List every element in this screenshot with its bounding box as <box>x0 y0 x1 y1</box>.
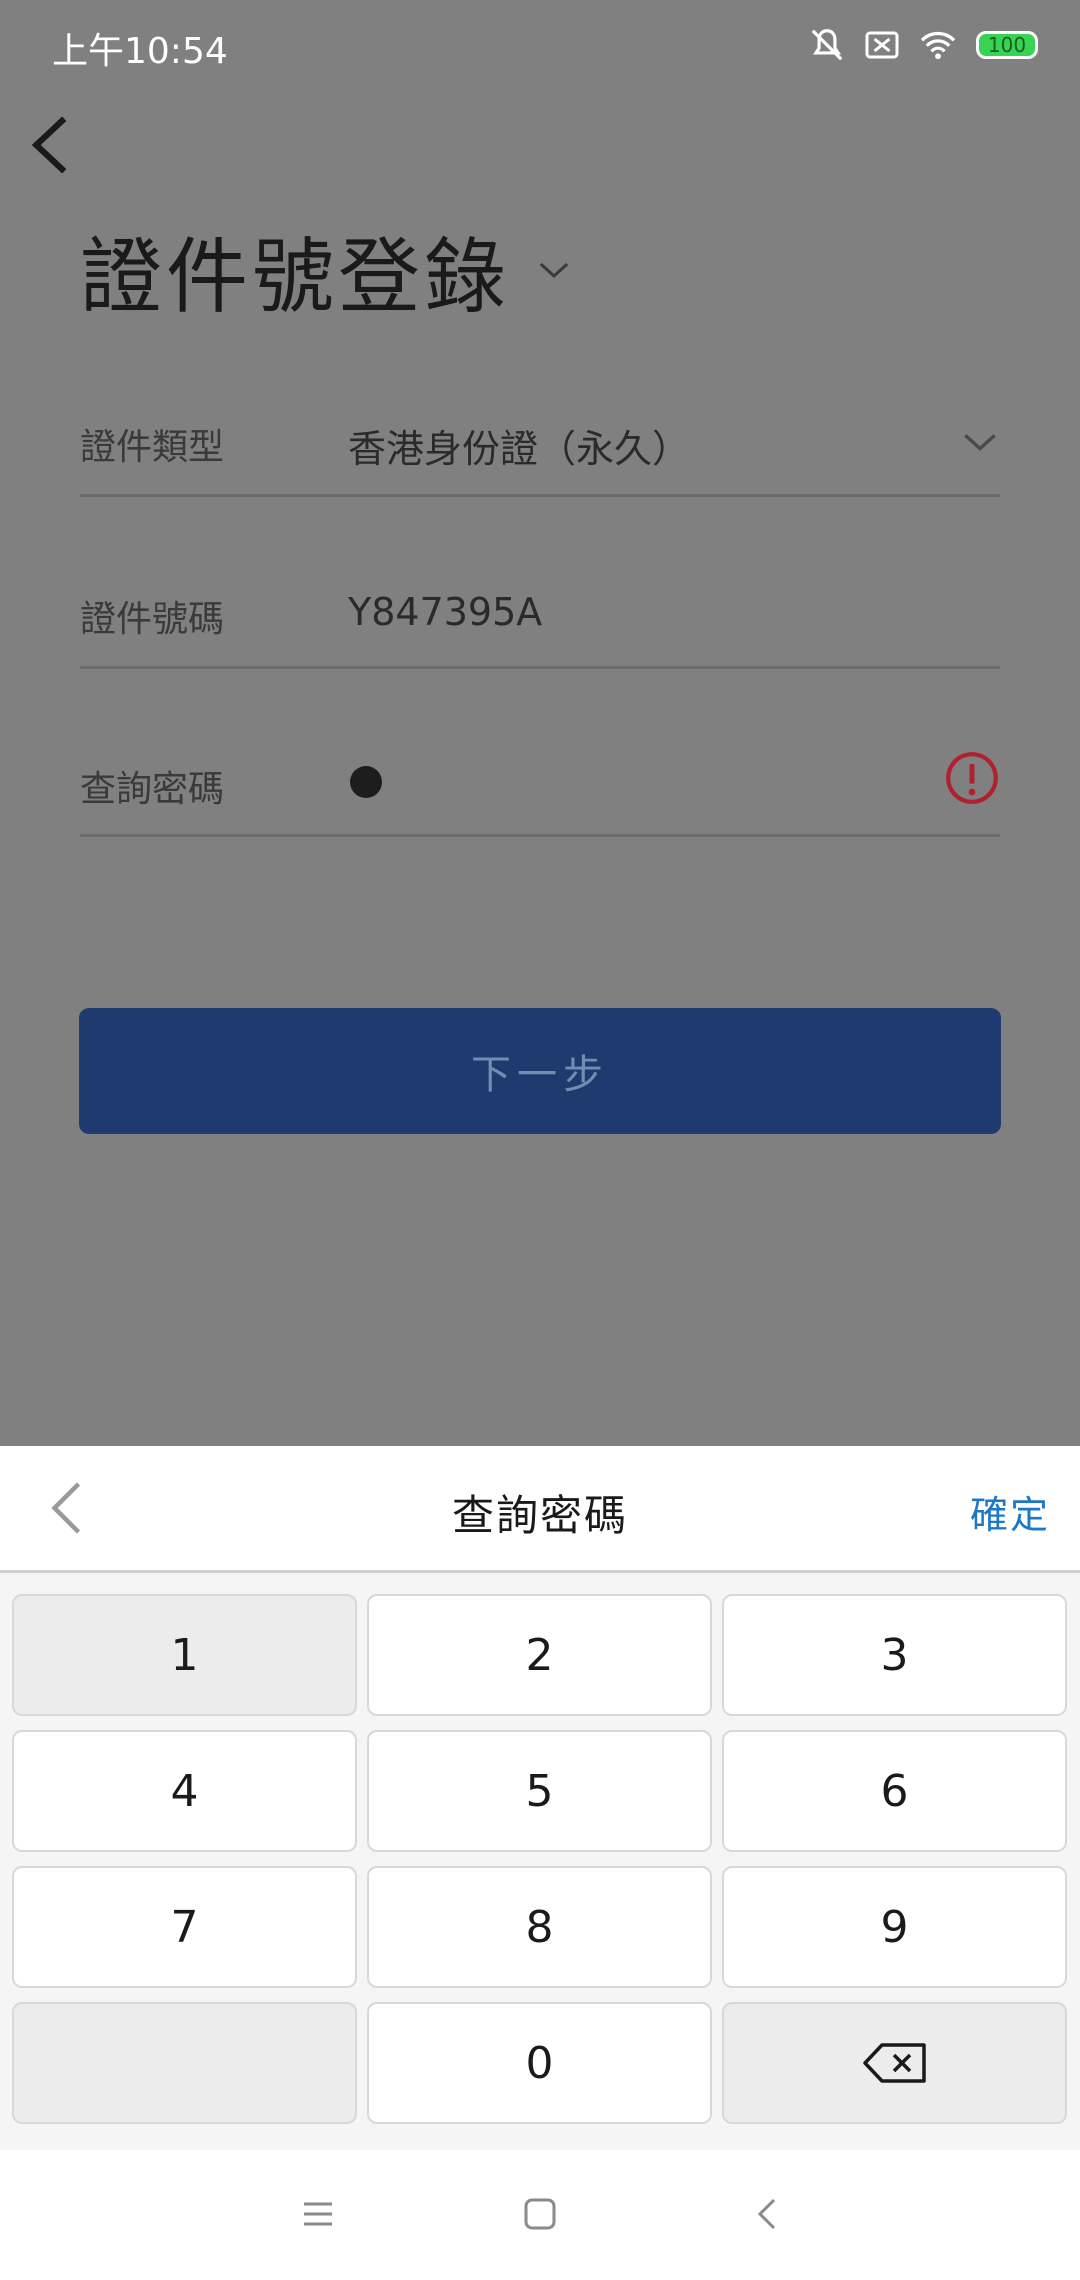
home-icon[interactable] <box>520 2194 560 2234</box>
confirm-button[interactable]: 確定 <box>970 1484 1050 1539</box>
keypad-header: 查詢密碼 確定 <box>0 1446 1080 1573</box>
next-button[interactable]: 下一步 <box>79 1008 1001 1134</box>
doc-type-label: 證件類型 <box>80 427 225 468</box>
status-bar: 上午10:54 100 <box>0 0 1080 92</box>
silent-bell-icon <box>811 29 843 61</box>
backspace-icon <box>862 2043 926 2083</box>
password-mask-dot <box>350 766 382 798</box>
key-4[interactable]: 4 <box>12 1730 357 1852</box>
numeric-keypad: 1 2 3 4 5 6 7 8 9 0 <box>12 1594 1070 2124</box>
key-backspace[interactable] <box>722 2002 1067 2124</box>
chevron-down-icon[interactable] <box>960 422 1000 462</box>
doc-number-field[interactable]: 證件號碼 Y847395A <box>80 560 1000 669</box>
page-title: 證件號登錄 <box>80 230 511 325</box>
query-password-field[interactable]: 查詢密碼 <box>80 730 1000 837</box>
chevron-down-icon[interactable] <box>536 252 572 288</box>
key-2[interactable]: 2 <box>367 1594 712 1716</box>
doc-number-label: 證件號碼 <box>80 599 225 640</box>
key-0[interactable]: 0 <box>367 2002 712 2124</box>
key-9[interactable]: 9 <box>722 1866 1067 1988</box>
query-password-label: 查詢密碼 <box>80 769 225 810</box>
nav-back-icon[interactable] <box>748 2194 788 2234</box>
status-icons: 100 <box>808 26 1038 64</box>
key-1[interactable]: 1 <box>12 1594 357 1716</box>
key-5[interactable]: 5 <box>367 1730 712 1852</box>
warning-icon <box>946 752 998 804</box>
status-time: 上午10:54 <box>52 31 228 72</box>
wifi-icon <box>920 31 956 60</box>
battery-icon: 100 <box>976 31 1038 59</box>
system-nav-bar <box>0 2150 1080 2280</box>
doc-type-value: 香港身份證（永久） <box>348 427 691 471</box>
doc-number-value[interactable]: Y847395A <box>348 590 542 634</box>
menu-icon[interactable] <box>298 2194 338 2234</box>
back-arrow-icon[interactable] <box>22 110 82 180</box>
key-6[interactable]: 6 <box>722 1730 1067 1852</box>
title-row[interactable]: 證件號登錄 <box>80 210 572 329</box>
no-sim-icon <box>865 31 899 59</box>
keypad-title: 查詢密碼 <box>451 1491 628 1540</box>
key-7[interactable]: 7 <box>12 1866 357 1988</box>
key-3[interactable]: 3 <box>722 1594 1067 1716</box>
key-8[interactable]: 8 <box>367 1866 712 1988</box>
doc-type-field[interactable]: 證件類型 香港身份證（永久） <box>80 390 1000 497</box>
key-blank <box>12 2002 357 2124</box>
